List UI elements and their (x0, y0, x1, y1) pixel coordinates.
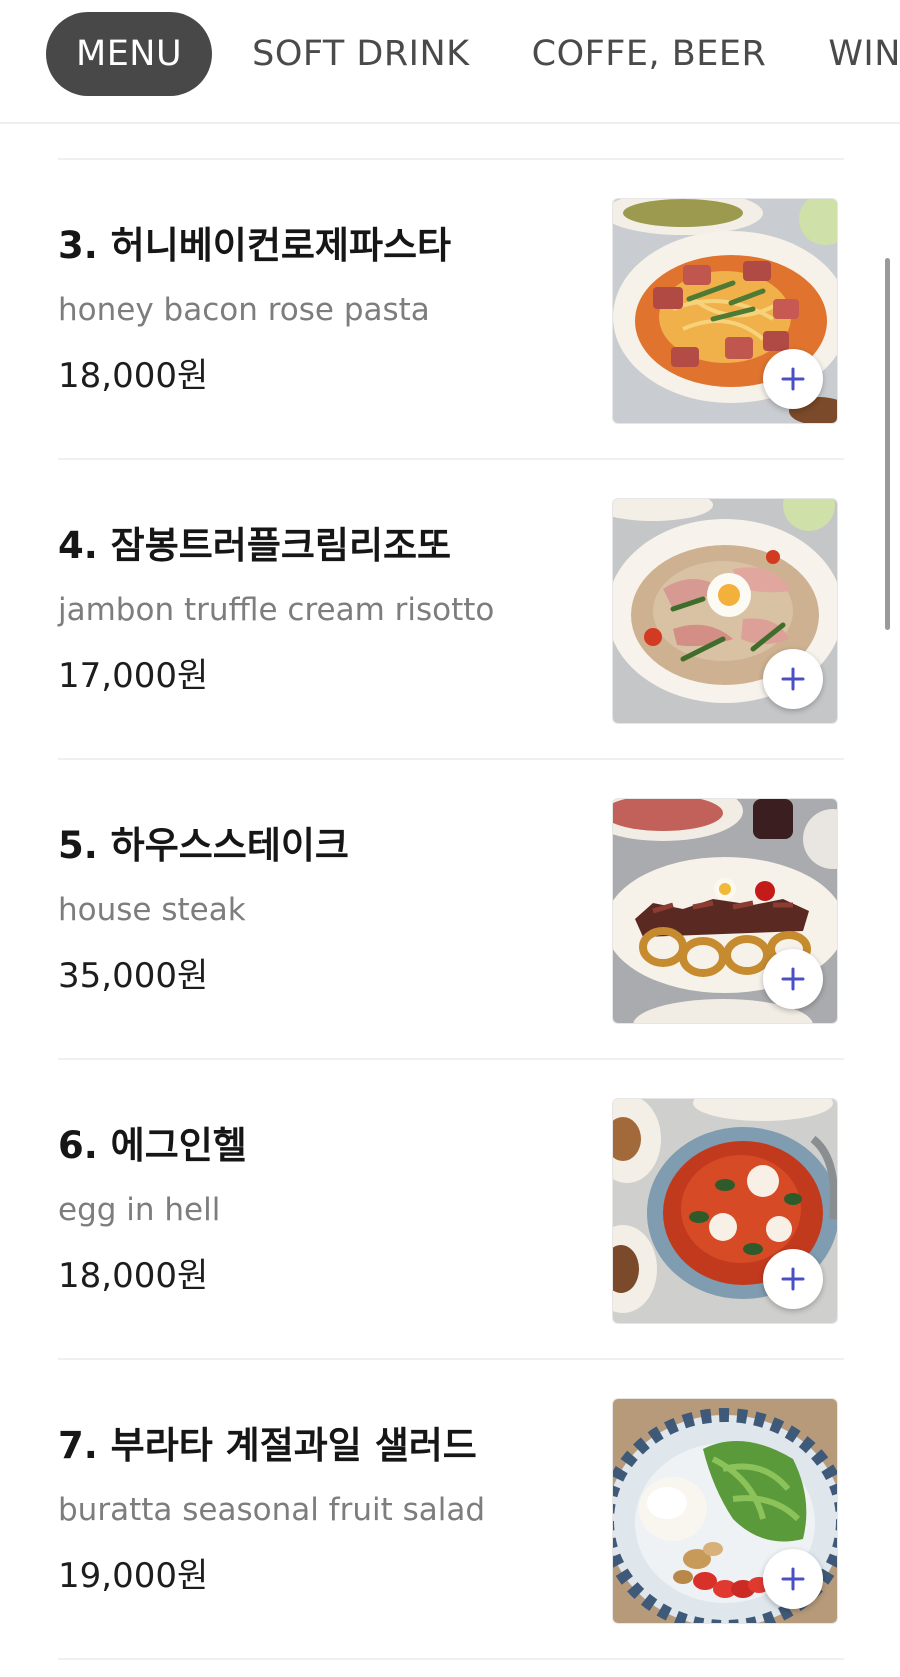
tab-menu[interactable]: MENU (46, 12, 213, 96)
menu-item-title: 7. 부라타 계절과일 샐러드 (58, 1424, 477, 1467)
plus-icon (781, 667, 805, 691)
tab-coffee-beer[interactable]: COFFE, BEER (532, 12, 767, 96)
menu-item[interactable]: 4. 잠봉트러플크림리조또 jambon truffle cream risot… (58, 460, 844, 758)
menu-item-english-name: honey bacon rose pasta (58, 292, 430, 328)
plus-icon (781, 367, 805, 391)
menu-item-price: 18,000원 (58, 1256, 209, 1296)
scrollbar[interactable] (885, 258, 890, 630)
menu-item-text: 3. 허니베이컨로제파스타 honey bacon rose pasta 18,… (58, 222, 578, 399)
menu-item-english-name: house steak (58, 892, 246, 928)
menu-item[interactable]: 5. 하우스스테이크 house steak 35,000원 (58, 760, 844, 1058)
menu-item-price: 19,000원 (58, 1556, 209, 1596)
category-tabs: MENU SOFT DRINK COFFE, BEER WIN (46, 12, 900, 96)
plus-icon (781, 967, 805, 991)
menu-item-english-name: jambon truffle cream risotto (58, 592, 495, 628)
menu-item-text: 6. 에그인헬 egg in hell 18,000원 (58, 1122, 578, 1299)
menu-item[interactable]: 6. 에그인헬 egg in hell 18,000원 (58, 1060, 844, 1358)
steak-dish-photo[interactable] (612, 798, 838, 1024)
menu-item[interactable]: 7. 부라타 계절과일 샐러드 buratta seasonal fruit s… (58, 1360, 844, 1658)
add-to-cart-button[interactable] (763, 349, 823, 409)
risotto-dish-photo[interactable] (612, 498, 838, 724)
tab-soft-drink[interactable]: SOFT DRINK (252, 12, 470, 96)
salad-dish-photo[interactable] (612, 1398, 838, 1624)
menu-item-text: 7. 부라타 계절과일 샐러드 buratta seasonal fruit s… (58, 1422, 578, 1599)
menu-item-english-name: buratta seasonal fruit salad (58, 1492, 486, 1528)
add-to-cart-button[interactable] (763, 1249, 823, 1309)
add-to-cart-button[interactable] (763, 1549, 823, 1609)
menu-item[interactable]: 3. 허니베이컨로제파스타 honey bacon rose pasta 18,… (58, 160, 844, 458)
menu-list: 3. 허니베이컨로제파스타 honey bacon rose pasta 18,… (58, 158, 844, 1660)
menu-item-title: 6. 에그인헬 (58, 1124, 247, 1167)
pasta-dish-photo[interactable] (612, 198, 838, 424)
menu-item-title: 5. 하우스스테이크 (58, 824, 349, 867)
menu-item-title: 3. 허니베이컨로제파스타 (58, 224, 452, 267)
add-to-cart-button[interactable] (763, 949, 823, 1009)
menu-item-english-name: egg in hell (58, 1192, 221, 1228)
add-to-cart-button[interactable] (763, 649, 823, 709)
menu-item-price: 18,000원 (58, 356, 209, 396)
plus-icon (781, 1267, 805, 1291)
menu-item-price: 17,000원 (58, 656, 209, 696)
egg-in-hell-dish-photo[interactable] (612, 1098, 838, 1324)
divider (58, 1658, 844, 1660)
plus-icon (781, 1567, 805, 1591)
menu-item-text: 5. 하우스스테이크 house steak 35,000원 (58, 822, 578, 999)
category-tab-bar: MENU SOFT DRINK COFFE, BEER WIN (0, 0, 900, 124)
menu-item-title: 4. 잠봉트러플크림리조또 (58, 524, 452, 567)
menu-item-price: 35,000원 (58, 956, 209, 996)
tab-wine[interactable]: WIN (828, 12, 900, 96)
menu-item-text: 4. 잠봉트러플크림리조또 jambon truffle cream risot… (58, 522, 578, 699)
